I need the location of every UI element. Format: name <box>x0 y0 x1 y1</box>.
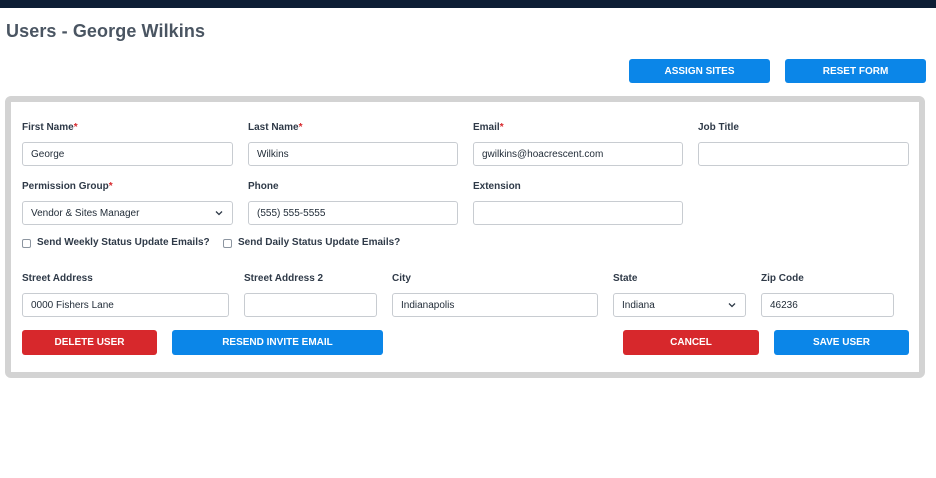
last-name-input[interactable]: Wilkins <box>248 142 458 166</box>
save-user-button[interactable]: SAVE USER <box>774 330 909 355</box>
phone-input[interactable]: (555) 555-5555 <box>248 201 458 225</box>
job-title-label: Job Title <box>698 122 739 133</box>
daily-emails-label: Send Daily Status Update Emails? <box>238 237 401 248</box>
email-label: Email* <box>473 122 504 133</box>
street-address-2-input[interactable] <box>244 293 377 317</box>
zip-code-input[interactable]: 46236 <box>761 293 894 317</box>
page-title: Users - George Wilkins <box>6 21 206 41</box>
state-select[interactable]: Indiana <box>613 293 746 317</box>
reset-form-button[interactable]: RESET FORM <box>785 59 926 83</box>
state-label: State <box>613 273 638 284</box>
first-name-input[interactable]: George <box>22 142 233 166</box>
street-address-input[interactable]: 0000 Fishers Lane <box>22 293 229 317</box>
zip-code-label: Zip Code <box>761 273 804 284</box>
permission-group-value: Vendor & Sites Manager <box>31 207 140 219</box>
permission-group-label: Permission Group* <box>22 181 113 192</box>
weekly-emails-label: Send Weekly Status Update Emails? <box>37 237 210 248</box>
street-address-label: Street Address <box>22 273 93 284</box>
phone-label: Phone <box>248 181 279 192</box>
job-title-input[interactable] <box>698 142 909 166</box>
top-header-bar <box>0 0 936 8</box>
email-input[interactable]: gwilkins@hoacrescent.com <box>473 142 683 166</box>
city-input[interactable]: Indianapolis <box>392 293 598 317</box>
chevron-down-icon <box>215 211 223 216</box>
permission-group-select[interactable]: Vendor & Sites Manager <box>22 201 233 225</box>
delete-user-button[interactable]: DELETE USER <box>22 330 157 355</box>
city-label: City <box>392 273 411 284</box>
first-name-label: First Name* <box>22 122 78 133</box>
extension-input[interactable] <box>473 201 683 225</box>
daily-emails-checkbox[interactable] <box>223 239 232 248</box>
weekly-emails-checkbox[interactable] <box>22 239 31 248</box>
street-address-2-label: Street Address 2 <box>244 273 324 284</box>
user-form-card: First Name* George Last Name* Wilkins Em… <box>5 96 925 378</box>
resend-invite-email-button[interactable]: RESEND INVITE EMAIL <box>172 330 383 355</box>
last-name-label: Last Name* <box>248 122 303 133</box>
cancel-button[interactable]: CANCEL <box>623 330 759 355</box>
chevron-down-icon <box>728 303 736 308</box>
assign-sites-button[interactable]: ASSIGN SITES <box>629 59 770 83</box>
extension-label: Extension <box>473 181 521 192</box>
state-value: Indiana <box>622 299 655 311</box>
